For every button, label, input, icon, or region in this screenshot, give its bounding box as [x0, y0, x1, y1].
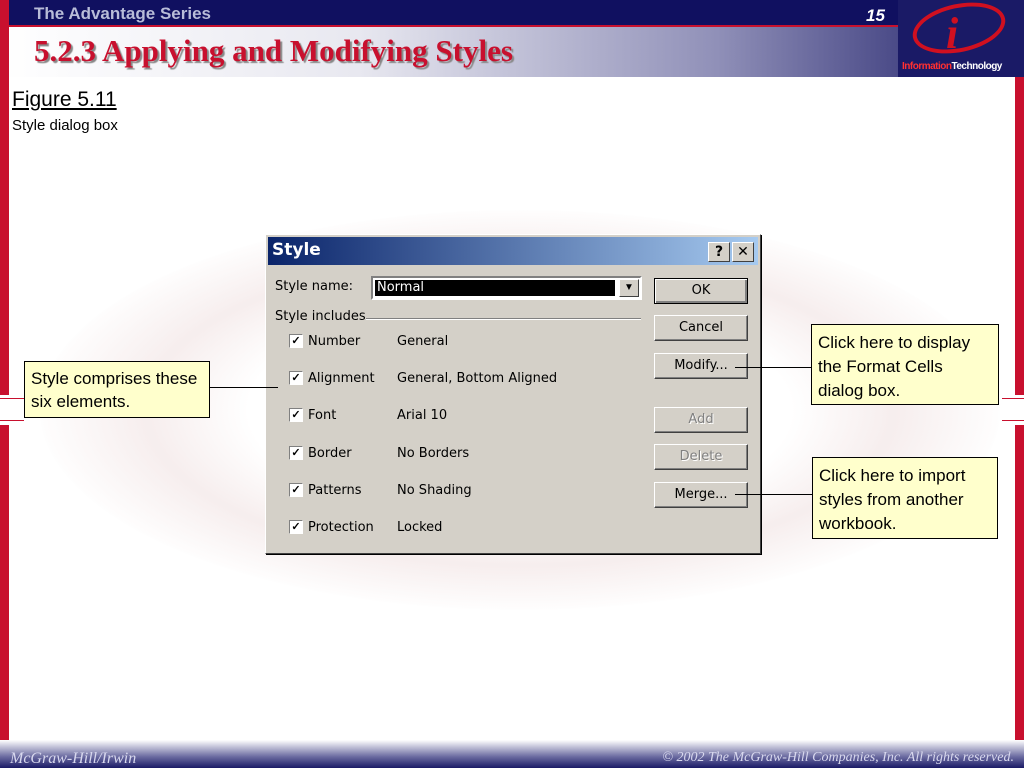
font-value: Arial 10	[397, 408, 448, 423]
callout-six-elements: Style comprises these six elements.	[24, 361, 210, 418]
slide-title: 5.2.3 Applying and Modifying Styles	[34, 33, 513, 68]
group-divider	[366, 318, 641, 320]
alignment-label: Alignment	[308, 371, 375, 386]
add-button[interactable]: Add	[654, 407, 748, 433]
left-accent-bar	[0, 0, 9, 768]
protection-value: Locked	[397, 520, 443, 535]
number-value: General	[397, 334, 449, 349]
font-checkbox[interactable]: ✓	[289, 408, 303, 422]
border-value: No Borders	[397, 446, 470, 461]
page-number: 15	[866, 6, 885, 25]
ok-button[interactable]: OK	[654, 278, 748, 304]
dialog-titlebar: Style ? ✕	[268, 237, 758, 265]
copyright-notice: © 2002 The McGraw-Hill Companies, Inc. A…	[662, 750, 1014, 765]
patterns-checkbox[interactable]: ✓	[289, 483, 303, 497]
border-label: Border	[308, 446, 352, 461]
figure-caption: Style dialog box	[12, 117, 118, 134]
style-name-label: Style name:	[275, 279, 354, 294]
publisher-name: McGraw-Hill/Irwin	[10, 750, 137, 767]
left-rule-bottom	[0, 420, 24, 421]
patterns-value: No Shading	[397, 483, 472, 498]
information-technology-logo: i InformationTechnology	[898, 0, 1024, 77]
style-dialog: Style ? ✕ Style name: Normal ▼ Style inc…	[265, 234, 761, 554]
left-rule-top	[0, 398, 24, 399]
chevron-down-icon[interactable]: ▼	[619, 279, 639, 297]
right-rule-bottom	[1002, 420, 1024, 421]
number-label: Number	[308, 334, 361, 349]
style-name-dropdown[interactable]: Normal ▼	[371, 276, 642, 300]
figure-label: Figure 5.11	[12, 88, 117, 111]
modify-button[interactable]: Modify...	[654, 353, 748, 379]
series-name: The Advantage Series	[34, 4, 211, 23]
font-label: Font	[308, 408, 337, 423]
callout-merge: Click here to import styles from another…	[812, 457, 998, 539]
delete-button[interactable]: Delete	[654, 444, 748, 470]
callout-modify: Click here to display the Format Cells d…	[811, 324, 999, 405]
alignment-checkbox[interactable]: ✓	[289, 371, 303, 385]
callout-left-connector	[210, 387, 278, 388]
logo-text: InformationTechnology	[902, 61, 1002, 72]
logo-ring-icon	[908, 0, 1010, 62]
border-checkbox[interactable]: ✓	[289, 446, 303, 460]
style-name-value: Normal	[375, 280, 615, 296]
patterns-label: Patterns	[308, 483, 362, 498]
protection-checkbox[interactable]: ✓	[289, 520, 303, 534]
logo-glyph: i	[946, 9, 959, 58]
protection-label: Protection	[308, 520, 374, 535]
style-includes-label: Style includes	[275, 309, 366, 324]
cancel-button[interactable]: Cancel	[654, 315, 748, 341]
merge-button[interactable]: Merge...	[654, 482, 748, 508]
number-checkbox[interactable]: ✓	[289, 334, 303, 348]
help-button[interactable]: ?	[708, 242, 730, 262]
dialog-title: Style	[272, 240, 321, 260]
right-rule-top	[1002, 398, 1024, 399]
callout-modify-connector	[735, 367, 811, 368]
right-accent-bar	[1015, 77, 1024, 768]
callout-merge-connector	[735, 494, 812, 495]
close-button[interactable]: ✕	[732, 242, 754, 262]
alignment-value: General, Bottom Aligned	[397, 371, 558, 386]
